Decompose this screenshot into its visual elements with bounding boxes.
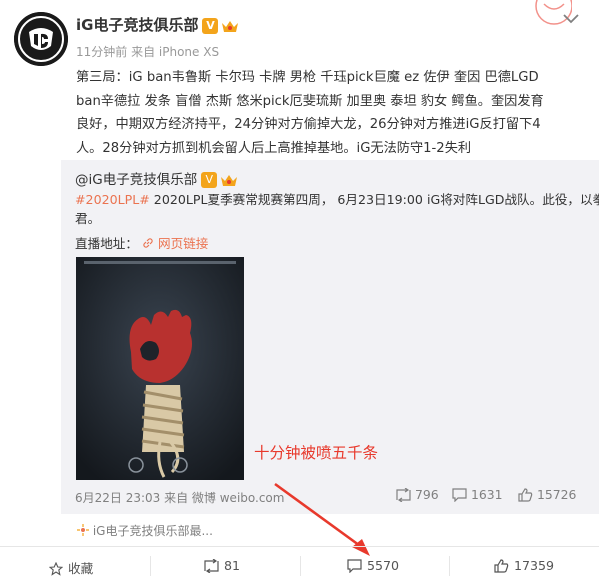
verified-badge-icon: V <box>201 172 218 188</box>
comment-button[interactable]: 5570 <box>347 558 400 574</box>
like-count: 17359 <box>514 558 555 573</box>
thumbs-up-icon <box>518 488 533 502</box>
repost-username-text[interactable]: @iG电子竞技俱乐部 <box>75 172 197 188</box>
comment-count-text: 1631 <box>471 487 503 502</box>
comment-icon <box>347 559 362 574</box>
live-address: 直播地址： 网页链接 <box>75 233 208 252</box>
weibo-post: iG电子竞技俱乐部 V 11分钟前 来自 iPhone XS 第三局：iG ban… <box>0 0 599 584</box>
verified-badge-icon: V <box>202 17 219 34</box>
crown-icon <box>222 20 239 32</box>
repost-like-count[interactable]: 15726 <box>518 487 576 502</box>
web-link[interactable]: 网页链接 <box>158 236 208 251</box>
repost-text: #2020LPL# 2020LPL夏季赛常规赛第四周， 6月23日19:00 i… <box>75 190 599 228</box>
post-text-line: ban辛德拉 发条 盲僧 杰斯 悠米pick厄斐琉斯 加里奥 泰坦 豹女 鳄鱼。… <box>76 93 544 109</box>
repost-count: 81 <box>224 558 241 573</box>
repost-comment-count[interactable]: 1631 <box>452 487 503 503</box>
repost-count-text: 796 <box>415 487 439 502</box>
post-text-line: 人。28分钟对方抓到机会留人后上高推掉基地。iG无法防守1-2失利 <box>76 140 472 156</box>
divider <box>0 546 599 547</box>
repost-icon <box>204 558 219 574</box>
link-icon <box>143 238 153 248</box>
like-button[interactable]: 17359 <box>494 558 554 573</box>
post-meta: 11分钟前 来自 iPhone XS <box>76 45 220 59</box>
post-text-line: 第三局：iG ban韦鲁斯 卡尔玛 卡牌 男枪 千珏pick巨魔 ez 佐伊 奎… <box>76 70 539 85</box>
post-text-line: 良好，中期双方经济持平，24分钟对方偷掉大龙，26分钟对方推进iG反打留下4 <box>76 117 541 132</box>
repost-text-line1: 2020LPL夏季赛常规赛第四周， 6月23日19:00 iG将对阵LGD战队。… <box>149 192 599 207</box>
crown-icon <box>221 175 238 186</box>
liked-by[interactable]: iG电子竞技俱乐部最... <box>77 522 213 539</box>
repost-icon <box>396 487 411 503</box>
poster-image[interactable] <box>76 257 244 480</box>
liked-by-text: iG电子竞技俱乐部最... <box>92 524 213 538</box>
hashtag-link[interactable]: #2020LPL# <box>75 192 150 207</box>
repost-repost-count[interactable]: 796 <box>396 487 439 503</box>
comment-icon <box>452 488 467 503</box>
repost-button[interactable]: 81 <box>204 558 241 574</box>
fist-hand-image <box>76 257 244 480</box>
divider <box>300 556 301 576</box>
divider <box>150 556 151 576</box>
repost-text-line2: 君。 <box>75 211 101 226</box>
collect-button[interactable]: 收藏 <box>48 558 94 577</box>
avatar[interactable] <box>14 12 68 66</box>
like-count-text: 15726 <box>537 487 577 502</box>
live-label: 直播地址： <box>75 236 138 251</box>
star-icon <box>48 561 64 576</box>
annotation-text: 十分钟被喷五千条 <box>254 444 379 462</box>
thumbs-up-icon <box>494 559 509 573</box>
repost-time-source: 6月22日 23:03 来自 微博 weibo.com <box>75 491 285 505</box>
ig-logo-icon <box>14 12 68 66</box>
chevron-down-icon[interactable] <box>561 11 581 25</box>
collect-label: 收藏 <box>68 561 94 576</box>
divider <box>449 556 450 576</box>
post-username-text[interactable]: iG电子竞技俱乐部 <box>76 16 198 34</box>
repost-username[interactable]: @iG电子竞技俱乐部 V <box>75 168 238 188</box>
sparkle-icon <box>77 524 89 536</box>
comment-count: 5570 <box>367 558 400 573</box>
post-username[interactable]: iG电子竞技俱乐部 V <box>76 14 239 35</box>
post-text: 第三局：iG ban韦鲁斯 卡尔玛 卡牌 男枪 千珏pick巨魔 ez 佐伊 奎… <box>76 66 580 160</box>
